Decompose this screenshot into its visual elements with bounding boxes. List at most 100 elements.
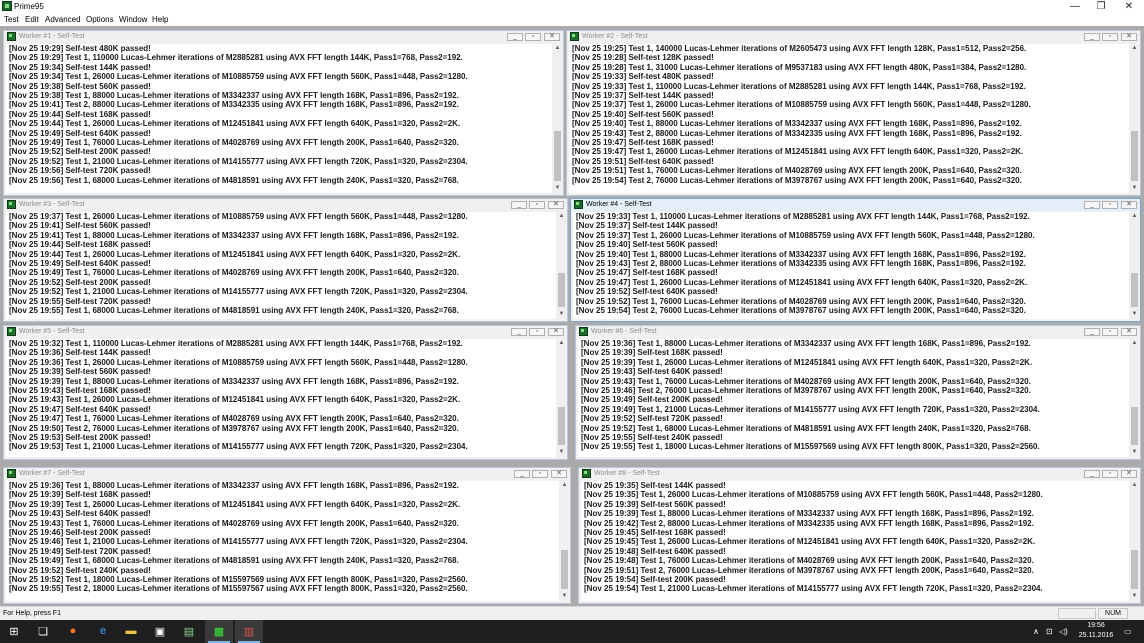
- worker-close-button[interactable]: ✕: [548, 201, 564, 209]
- network-icon[interactable]: ⊡: [1046, 625, 1053, 638]
- scrollbar-thumb[interactable]: [554, 131, 561, 181]
- app-button[interactable]: ▤: [175, 620, 203, 643]
- worker-minimize-button[interactable]: _: [1084, 201, 1100, 209]
- close-button[interactable]: ✕: [1116, 0, 1142, 13]
- tray-overflow-icon[interactable]: ∧: [1033, 625, 1039, 638]
- worker-restore-button[interactable]: ▫: [1102, 328, 1118, 336]
- worker-title-bar[interactable]: Worker #5 - Self-Test _ ▫ ✕: [4, 326, 567, 338]
- scroll-up-arrow-icon[interactable]: ▲: [557, 339, 566, 348]
- menu-window[interactable]: Window: [119, 13, 147, 26]
- worker-window-2[interactable]: Worker #2 - Self-Test _ ▫ ✕ [Nov 25 19:25] T…: [566, 30, 1141, 196]
- prime95-button[interactable]: ▩: [205, 620, 233, 643]
- scroll-up-arrow-icon[interactable]: ▲: [553, 44, 562, 53]
- worker-close-button[interactable]: ✕: [551, 470, 567, 478]
- worker-window-4[interactable]: Worker #4 - Self-Test _ ▫ ✕ [Nov 25 19:33] T…: [570, 198, 1141, 322]
- scroll-down-arrow-icon[interactable]: ▼: [1130, 184, 1139, 193]
- worker-close-button[interactable]: ✕: [544, 33, 560, 41]
- worker-restore-button[interactable]: ▫: [1102, 201, 1118, 209]
- scroll-up-arrow-icon[interactable]: ▲: [1130, 212, 1139, 221]
- scroll-down-arrow-icon[interactable]: ▼: [560, 592, 569, 601]
- worker-scrollbar[interactable]: ▲ ▼: [1130, 212, 1139, 319]
- worker-title-bar[interactable]: Worker #8 - Self-Test _ ▫ ✕: [579, 468, 1140, 480]
- worker-scrollbar[interactable]: ▲ ▼: [557, 212, 566, 319]
- scroll-up-arrow-icon[interactable]: ▲: [557, 212, 566, 221]
- store-button[interactable]: ▣: [146, 620, 174, 643]
- scrollbar-thumb[interactable]: [558, 273, 565, 307]
- notification-icon[interactable]: ▭: [1124, 625, 1132, 638]
- worker-window-5[interactable]: Worker #5 - Self-Test _ ▫ ✕ [Nov 25 19:32] T…: [3, 325, 568, 460]
- worker-close-button[interactable]: ✕: [1121, 201, 1137, 209]
- scroll-down-arrow-icon[interactable]: ▼: [1130, 448, 1139, 457]
- worker-window-8[interactable]: Worker #8 - Self-Test _ ▫ ✕ [Nov 25 19:35] S…: [578, 467, 1141, 604]
- scroll-down-arrow-icon[interactable]: ▼: [1130, 592, 1139, 601]
- firefox-button[interactable]: ●: [59, 620, 87, 643]
- worker-scrollbar[interactable]: ▲ ▼: [557, 339, 566, 457]
- scrollbar-thumb[interactable]: [1131, 407, 1138, 445]
- worker-log[interactable]: [Nov 25 19:36] Test 1, 88000 Lucas-Lehme…: [578, 339, 1129, 457]
- worker-log[interactable]: [Nov 25 19:35] Self-test 144K passed! [No…: [581, 481, 1129, 601]
- scrollbar-thumb[interactable]: [1131, 550, 1138, 589]
- worker-window-6[interactable]: Worker #6 - Self-Test _ ▫ ✕ [Nov 25 19:36] T…: [575, 325, 1141, 460]
- worker-title-bar[interactable]: Worker #6 - Self-Test _ ▫ ✕: [576, 326, 1140, 338]
- worker-restore-button[interactable]: ▫: [1102, 33, 1118, 41]
- worker-minimize-button[interactable]: _: [1084, 470, 1100, 478]
- volume-icon[interactable]: ◁): [1059, 625, 1068, 638]
- worker-restore-button[interactable]: ▫: [529, 201, 545, 209]
- worker-minimize-button[interactable]: _: [1084, 33, 1100, 41]
- scrollbar-thumb[interactable]: [1131, 131, 1138, 181]
- worker-window-7[interactable]: Worker #7 - Self-Test _ ▫ ✕ [Nov 25 19:36] T…: [3, 467, 571, 604]
- menu-options[interactable]: Options: [86, 13, 114, 26]
- worker-restore-button[interactable]: ▫: [525, 33, 541, 41]
- menu-help[interactable]: Help: [152, 13, 168, 26]
- scrollbar-thumb[interactable]: [1131, 273, 1138, 307]
- worker-minimize-button[interactable]: _: [1084, 328, 1100, 336]
- menu-edit[interactable]: Edit: [25, 13, 39, 26]
- scroll-down-arrow-icon[interactable]: ▼: [553, 184, 562, 193]
- worker-title-bar[interactable]: Worker #1 - Self-Test _ ▫ ✕: [4, 31, 563, 43]
- worker-title-bar[interactable]: Worker #3 - Self-Test _ ▫ ✕: [4, 199, 567, 211]
- worker-restore-button[interactable]: ▫: [532, 470, 548, 478]
- scroll-down-arrow-icon[interactable]: ▼: [1130, 310, 1139, 319]
- menu-test[interactable]: Test: [4, 13, 19, 26]
- menu-advanced[interactable]: Advanced: [45, 13, 81, 26]
- worker-close-button[interactable]: ✕: [1121, 470, 1137, 478]
- minimize-button[interactable]: —: [1062, 0, 1088, 13]
- worker-title-bar[interactable]: Worker #4 - Self-Test _ ▫ ✕: [571, 199, 1140, 211]
- worker-minimize-button[interactable]: _: [511, 328, 527, 336]
- scroll-up-arrow-icon[interactable]: ▲: [560, 481, 569, 490]
- worker-log[interactable]: [Nov 25 19:36] Test 1, 88000 Lucas-Lehme…: [6, 481, 559, 601]
- worker-minimize-button[interactable]: _: [514, 470, 530, 478]
- scroll-up-arrow-icon[interactable]: ▲: [1130, 44, 1139, 53]
- worker-scrollbar[interactable]: ▲ ▼: [553, 44, 562, 193]
- scroll-down-arrow-icon[interactable]: ▼: [557, 448, 566, 457]
- worker-scrollbar[interactable]: ▲ ▼: [1130, 339, 1139, 457]
- worker-log[interactable]: [Nov 25 19:32] Test 1, 110000 Lucas-Lehm…: [6, 339, 556, 457]
- scroll-up-arrow-icon[interactable]: ▲: [1130, 481, 1139, 490]
- worker-close-button[interactable]: ✕: [548, 328, 564, 336]
- worker-scrollbar[interactable]: ▲ ▼: [1130, 44, 1139, 193]
- worker-title-bar[interactable]: Worker #7 - Self-Test _ ▫ ✕: [4, 468, 570, 480]
- worker-log[interactable]: [Nov 25 19:37] Test 1, 26000 Lucas-Lehme…: [6, 212, 556, 319]
- worker-window-1[interactable]: Worker #1 - Self-Test _ ▫ ✕ [Nov 25 19:29] S…: [3, 30, 564, 196]
- scrollbar-thumb[interactable]: [561, 550, 568, 589]
- worker-scrollbar[interactable]: ▲ ▼: [1130, 481, 1139, 601]
- worker-close-button[interactable]: ✕: [1121, 33, 1137, 41]
- scroll-down-arrow-icon[interactable]: ▼: [557, 310, 566, 319]
- taskbar-clock[interactable]: 19:56 25.11.2016: [1074, 621, 1118, 641]
- scrollbar-thumb[interactable]: [558, 407, 565, 445]
- worker-close-button[interactable]: ✕: [1121, 328, 1137, 336]
- worker-title-bar[interactable]: Worker #2 - Self-Test _ ▫ ✕: [567, 31, 1140, 43]
- worker-log[interactable]: [Nov 25 19:33] Test 1, 110000 Lucas-Lehm…: [573, 212, 1129, 319]
- worker-log[interactable]: [Nov 25 19:25] Test 1, 140000 Lucas-Lehm…: [569, 44, 1129, 193]
- worker-window-3[interactable]: Worker #3 - Self-Test _ ▫ ✕ [Nov 25 19:37] T…: [3, 198, 568, 322]
- worker-scrollbar[interactable]: ▲ ▼: [560, 481, 569, 601]
- task-view-button[interactable]: ❏: [29, 620, 57, 643]
- scroll-up-arrow-icon[interactable]: ▲: [1130, 339, 1139, 348]
- file-explorer-button[interactable]: ▬: [117, 620, 145, 643]
- maximize-button[interactable]: ❐: [1088, 0, 1114, 13]
- worker-minimize-button[interactable]: _: [507, 33, 523, 41]
- worker-restore-button[interactable]: ▫: [1102, 470, 1118, 478]
- worker-minimize-button[interactable]: _: [511, 201, 527, 209]
- app2-button[interactable]: ▥: [235, 620, 263, 643]
- start-button[interactable]: ⊞: [0, 620, 28, 643]
